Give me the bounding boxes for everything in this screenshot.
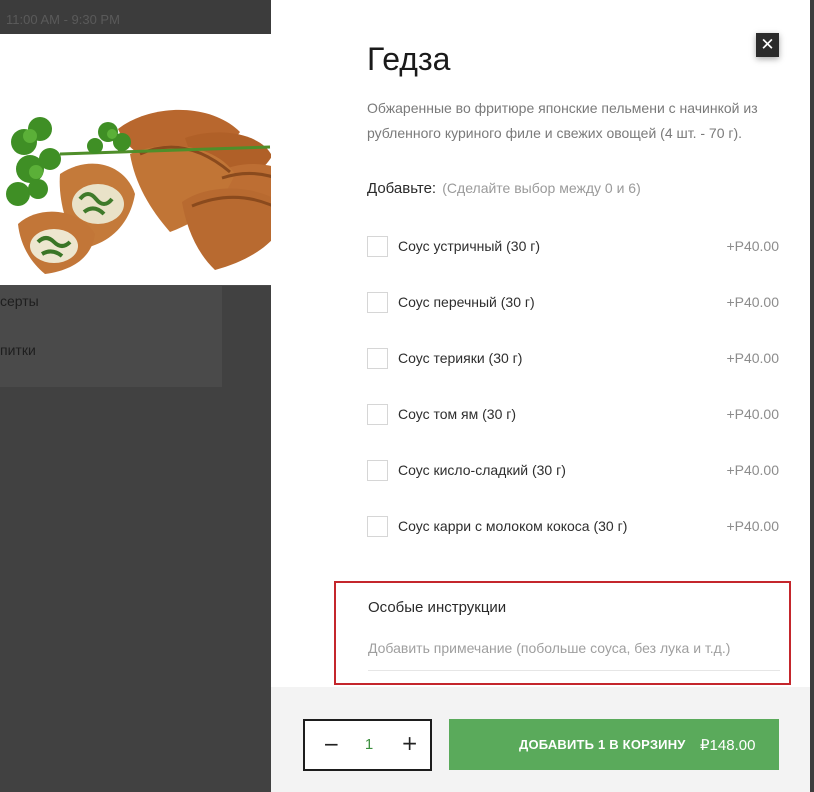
addon-checkbox[interactable] [367,516,388,537]
addon-label: Соус перечный (30 г) [398,294,535,310]
addon-price: +Р40.00 [726,350,779,366]
addons-header: Добавьте: (Сделайте выбор между 0 и 6) [367,180,641,197]
addon-option[interactable]: Соус перечный (30 г) +Р40.00 [367,292,779,314]
add-to-cart-label: ДОБАВИТЬ 1 В КОРЗИНУ [519,737,686,752]
product-title: Гедза [367,41,451,77]
addon-checkbox[interactable] [367,348,388,369]
background-scroll-strip [810,0,814,792]
background-hours: 11:00 AM - 9:30 PM [6,12,120,27]
addon-price: +Р40.00 [726,238,779,254]
background-menu-item-desserts: серты [0,293,39,309]
addon-price: +Р40.00 [726,518,779,534]
product-modal: ✕ Гедза Обжаренные во фритюре японские п… [271,0,810,792]
addon-price: +Р40.00 [726,406,779,422]
addons-label: Добавьте: [367,180,437,197]
background-menu: серты питки [0,285,222,387]
addon-checkbox[interactable] [367,460,388,481]
close-button[interactable]: ✕ [756,33,779,57]
special-instructions-title: Особые инструкции [368,599,507,616]
addon-label: Соус карри с молоком кокоса (30 г) [398,518,628,534]
add-to-cart-total: ₽148.00 [700,737,756,754]
addon-option[interactable]: Соус устричный (30 г) +Р40.00 [367,236,779,258]
quantity-value: 1 [364,736,374,753]
special-instructions-section: Особые инструкции [334,581,791,685]
close-icon: ✕ [760,34,775,55]
decrease-quantity-button[interactable]: − [323,732,340,756]
modal-footer: − 1 + ДОБАВИТЬ 1 В КОРЗИНУ ₽148.00 [271,687,810,792]
addon-checkbox[interactable] [367,292,388,313]
addons-hint: (Сделайте выбор между 0 и 6) [442,180,641,196]
addon-option[interactable]: Соус том ям (30 г) +Р40.00 [367,404,779,426]
quantity-stepper: − 1 + [303,719,432,771]
special-instructions-input[interactable] [368,637,780,671]
increase-quantity-button[interactable]: + [401,731,418,755]
addon-label: Соус устричный (30 г) [398,238,541,254]
addon-checkbox[interactable] [367,236,388,257]
addon-option[interactable]: Соус карри с молоком кокоса (30 г) +Р40.… [367,516,779,538]
addon-option[interactable]: Соус терияки (30 г) +Р40.00 [367,348,779,370]
product-description: Обжаренные во фритюре японские пельмени … [367,100,758,141]
addon-label: Соус терияки (30 г) [398,350,523,366]
addon-checkbox[interactable] [367,404,388,425]
addon-option[interactable]: Соус кисло-сладкий (30 г) +Р40.00 [367,460,779,482]
background-divider [222,285,271,286]
addon-price: +Р40.00 [726,294,779,310]
addon-price: +Р40.00 [726,462,779,478]
addon-label: Соус том ям (30 г) [398,406,517,422]
addon-label: Соус кисло-сладкий (30 г) [398,462,566,478]
background-menu-item-drinks: питки [0,342,36,358]
add-to-cart-button[interactable]: ДОБАВИТЬ 1 В КОРЗИНУ ₽148.00 [449,719,779,770]
